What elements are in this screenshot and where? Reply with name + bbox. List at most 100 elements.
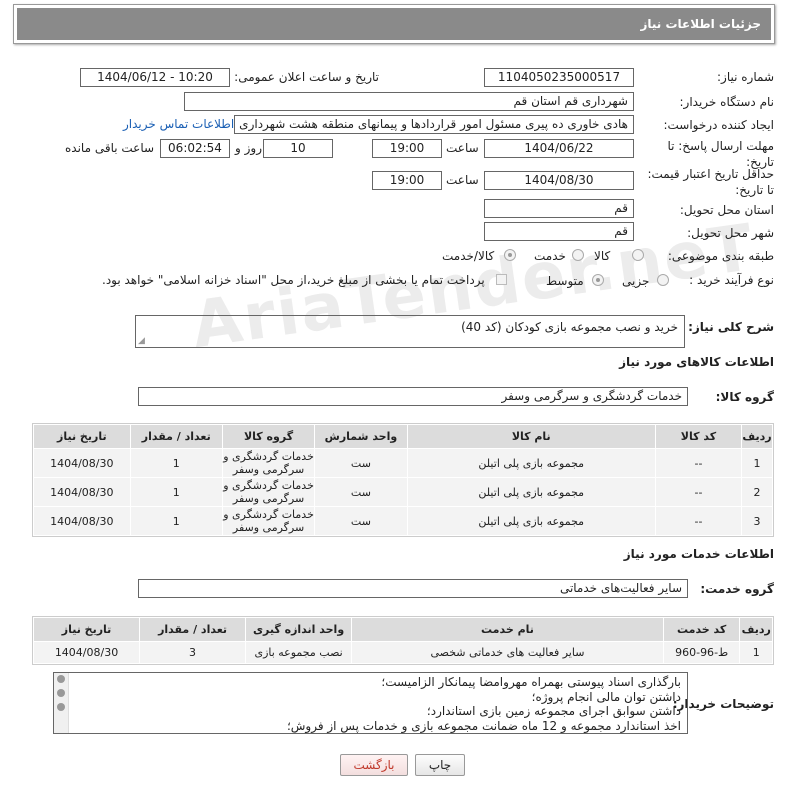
price-validity-date-field: 1404/08/30	[484, 171, 634, 190]
deadline-time-field: 19:00	[372, 139, 442, 158]
announce-label: تاریخ و ساعت اعلان عمومی:	[234, 70, 379, 84]
price-validity-time-field: 19:00	[372, 171, 442, 190]
resize-grip-icon[interactable]: ◢	[138, 336, 145, 346]
goods-col-row: ردیف	[741, 424, 773, 449]
page-title: جزئیات اطلاعات نیاز	[17, 8, 771, 40]
cell-qty: 3	[139, 641, 247, 664]
treasury-payment-checkbox[interactable]	[496, 274, 507, 285]
table-row: 2 -- مجموعه بازی پلی اتیلن ست خدمات گردش…	[33, 477, 773, 507]
services-col-name: نام خدمت	[351, 617, 664, 642]
description-text: خرید و نصب مجموعه بازی کودکان (کد 40)	[461, 320, 678, 334]
table-row: 3 -- مجموعه بازی پلی اتیلن ست خدمات گردش…	[33, 506, 773, 536]
scroll-down-dot-icon[interactable]	[57, 703, 65, 711]
payment-note: پرداخت تمام یا بخشی از مبلغ خرید،از محل …	[102, 273, 485, 287]
category-radio-goods[interactable]	[632, 249, 644, 261]
category-radio-goods-service[interactable]	[504, 249, 516, 261]
note-line: بارگذاری اسناد پیوستی بهمراه مهروامضا پی…	[381, 675, 681, 689]
goods-section-title: اطلاعات کالاهای مورد نیاز	[619, 355, 774, 369]
services-col-code: کد خدمت	[662, 617, 741, 642]
price-validity-label: حداقل تاریخ اعتبار قیمت: تا تاریخ:	[647, 167, 774, 197]
cell-group: خدمات گردشگری و سرگرمی وسفر	[221, 448, 316, 478]
remaining-time-field: 06:02:54	[160, 139, 230, 158]
cell-name: سایر فعالیت های خدماتی شخصی	[351, 641, 664, 664]
goods-col-date: تاریخ نیاز	[33, 424, 131, 449]
cell-code: --	[654, 448, 743, 478]
need-number-label: شماره نیاز:	[717, 70, 774, 84]
goods-col-unit: واحد شمارش	[314, 424, 408, 449]
scroll-up-dot-icon[interactable]	[57, 675, 65, 683]
goods-table: ردیف کد کالا نام کالا واحد شمارش گروه کا…	[32, 423, 774, 537]
deadline-date-field: 1404/06/22	[484, 139, 634, 158]
goods-group-field: خدمات گردشگری و سرگرمی وسفر	[138, 387, 688, 406]
days-remaining-field: 10	[263, 139, 333, 158]
goods-table-header: ردیف کد کالا نام کالا واحد شمارش گروه کا…	[33, 424, 773, 449]
process-radio-minor[interactable]	[657, 274, 669, 286]
goods-col-name: نام کالا	[406, 424, 656, 449]
services-col-date: تاریخ نیاز	[32, 617, 141, 642]
services-group-label: گروه خدمت:	[700, 582, 774, 596]
note-line: داشتن توان مالی انجام پروژه؛	[531, 689, 681, 704]
cell-unit: نصب مجموعه بازی	[245, 641, 353, 664]
process-option-minor: جزیی	[622, 274, 650, 288]
table-row: 1 ط-96-960 سایر فعالیت های خدماتی شخصی ن…	[32, 641, 773, 664]
goods-group-label: گروه کالا:	[715, 390, 774, 404]
cell-code: ط-96-960	[662, 641, 741, 664]
announce-field: 1404/06/12 - 10:20	[80, 68, 230, 87]
cell-date: 1404/08/30	[33, 506, 131, 536]
buyer-notes-textarea[interactable]: بارگذاری اسناد پیوستی بهمراه مهروامضا پی…	[53, 672, 688, 734]
category-option-goods-service: کالا/خدمت	[442, 249, 495, 263]
goods-col-qty: تعداد / مقدار	[129, 424, 223, 449]
process-radio-medium[interactable]	[592, 274, 604, 286]
category-option-goods: کالا	[594, 249, 611, 263]
cell-date: 1404/08/30	[32, 641, 141, 664]
province-field: قم	[484, 199, 634, 218]
need-number-field: 1104050235000517	[484, 68, 634, 87]
goods-col-group: گروه کالا	[221, 424, 316, 449]
cell-name: مجموعه بازی پلی اتیلن	[406, 506, 656, 536]
cell-code: --	[654, 477, 743, 507]
cell-date: 1404/08/30	[33, 477, 131, 507]
table-row: 1 -- مجموعه بازی پلی اتیلن ست خدمات گردش…	[33, 448, 773, 478]
city-field: قم	[484, 222, 634, 241]
cell-row: 1	[739, 641, 773, 664]
process-option-medium: متوسط	[546, 274, 584, 288]
services-col-qty: تعداد / مقدار	[139, 617, 247, 642]
cell-group: خدمات گردشگری و سرگرمی وسفر	[221, 477, 316, 507]
back-button[interactable]: بازگشت	[340, 754, 408, 776]
creator-label: ایجاد کننده درخواست:	[663, 118, 774, 132]
services-table: ردیف کد خدمت نام خدمت واحد اندازه گیری ت…	[32, 616, 774, 665]
province-label: استان محل تحویل:	[679, 203, 774, 217]
remaining-time-label: ساعت باقی مانده	[65, 141, 155, 155]
services-table-header: ردیف کد خدمت نام خدمت واحد اندازه گیری ت…	[32, 617, 773, 642]
creator-field: هادی خاوری ده پیری مسئول امور قراردادها …	[234, 115, 634, 134]
print-button[interactable]: چاپ	[415, 754, 465, 776]
goods-col-code: کد کالا	[654, 424, 743, 449]
cell-unit: ست	[314, 477, 408, 507]
buyer-label: نام دستگاه خریدار:	[679, 95, 775, 109]
notes-scrollbar[interactable]	[54, 673, 69, 733]
city-label: شهر محل تحویل:	[687, 226, 774, 240]
cell-qty: 1	[129, 506, 223, 536]
buyer-contact-link[interactable]: اطلاعات تماس خریدار	[123, 117, 234, 131]
cell-date: 1404/08/30	[33, 448, 131, 478]
buyer-field: شهرداری قم استان قم	[184, 92, 634, 111]
days-label: روز و	[235, 141, 262, 155]
services-section-title: اطلاعات خدمات مورد نیاز	[623, 547, 774, 561]
cell-group: خدمات گردشگری و سرگرمی وسفر	[221, 506, 316, 536]
scroll-thumb-icon[interactable]	[57, 689, 65, 697]
process-label: نوع فرآیند خرید :	[689, 273, 774, 287]
category-radio-service[interactable]	[572, 249, 584, 261]
cell-name: مجموعه بازی پلی اتیلن	[406, 477, 656, 507]
price-validity-time-label: ساعت	[446, 173, 479, 187]
description-label: شرح کلی نیاز:	[688, 320, 774, 334]
cell-row: 3	[741, 506, 773, 536]
cell-code: --	[654, 506, 743, 536]
cell-unit: ست	[314, 448, 408, 478]
cell-qty: 1	[129, 477, 223, 507]
note-line: اخذ استاندارد مجموعه و 12 ماه ضمانت مجمو…	[286, 718, 681, 733]
deadline-time-label: ساعت	[446, 141, 479, 155]
note-line: داشتن سوابق اجرای مجموعه زمین بازی استان…	[426, 704, 681, 718]
description-textarea[interactable]: خرید و نصب مجموعه بازی کودکان (کد 40) ◢	[135, 315, 685, 348]
cell-row: 1	[741, 448, 773, 478]
services-col-row: ردیف	[739, 617, 773, 642]
